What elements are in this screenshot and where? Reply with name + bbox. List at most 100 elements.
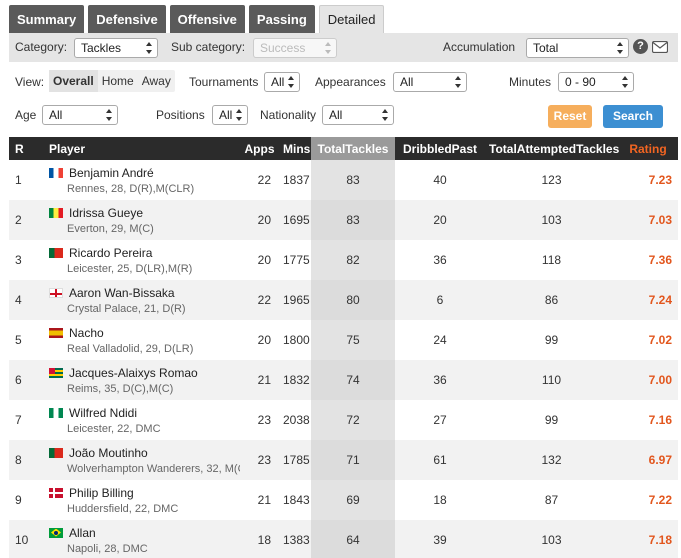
age-select[interactable]: All bbox=[42, 105, 118, 125]
player-name-link[interactable]: Allan bbox=[69, 526, 96, 540]
rank-cell: 4 bbox=[15, 293, 22, 307]
apps-cell: 18 bbox=[257, 533, 271, 547]
minutes-select[interactable]: 0 - 90 bbox=[558, 72, 634, 92]
table-body: 1 Benjamin André Rennes, 28, D(R),M(CLR) 22… bbox=[9, 160, 678, 558]
view-overall[interactable]: Overall bbox=[49, 70, 98, 92]
positions-select[interactable]: All bbox=[212, 105, 248, 125]
apps-cell: 20 bbox=[257, 333, 271, 347]
tab-defensive[interactable]: Defensive bbox=[88, 5, 166, 33]
tab-summary[interactable]: Summary bbox=[9, 5, 85, 33]
dribbled-past-cell: 18 bbox=[433, 493, 447, 507]
select-arrows-icon bbox=[622, 76, 629, 88]
header-apps[interactable]: Apps bbox=[240, 137, 279, 160]
player-team-info: Wolverhampton Wanderers, 32, M(C) bbox=[67, 462, 240, 475]
table-row[interactable]: 6 Jacques-Alaixys Romao Reims, 35, D(C),M(… bbox=[9, 360, 678, 400]
accumulation-select[interactable]: Total bbox=[526, 38, 629, 58]
player-cell: Philip Billing Huddersfield, 22, DMC bbox=[45, 480, 240, 520]
subcategory-select[interactable]: Success bbox=[253, 38, 337, 58]
apps-cell: 20 bbox=[257, 213, 271, 227]
rank-cell: 1 bbox=[15, 173, 22, 187]
player-cell: Ricardo Pereira Leicester, 25, D(LR),M(R) bbox=[45, 240, 240, 280]
mins-cell: 2038 bbox=[283, 413, 310, 427]
select-arrows-icon bbox=[146, 42, 153, 54]
tournaments-value: All bbox=[271, 75, 285, 89]
player-name-link[interactable]: Jacques-Alaixys Romao bbox=[69, 366, 198, 380]
reset-button[interactable]: Reset bbox=[548, 105, 592, 128]
table-header-row: R Player Apps Mins TotalTackles Dribbled… bbox=[9, 137, 678, 160]
mail-icon[interactable] bbox=[652, 41, 668, 53]
table-row[interactable]: 2 Idrissa Gueye Everton, 29, M(C) 20 1695 83 2… bbox=[9, 200, 678, 240]
mins-cell: 1775 bbox=[283, 253, 310, 267]
table-row[interactable]: 9 Philip Billing Huddersfield, 22, DMC 21 18… bbox=[9, 480, 678, 520]
nationality-value: All bbox=[329, 108, 343, 122]
view-away[interactable]: Away bbox=[138, 70, 175, 92]
header-dribbled-past[interactable]: DribbledPast bbox=[395, 137, 485, 160]
dribbled-past-cell: 20 bbox=[433, 213, 447, 227]
apps-cell: 22 bbox=[257, 173, 271, 187]
rank-cell: 10 bbox=[15, 533, 29, 547]
table-row[interactable]: 10 Allan Napoli, 28, DMC 18 1383 64 39 103 7.18 bbox=[9, 520, 678, 558]
table-row[interactable]: 3 Ricardo Pereira Leicester, 25, D(LR),M(R… bbox=[9, 240, 678, 280]
rating-cell: 7.16 bbox=[648, 413, 672, 427]
apps-cell: 22 bbox=[257, 293, 271, 307]
rank-cell: 3 bbox=[15, 253, 22, 267]
country-flag-icon bbox=[49, 447, 63, 458]
apps-cell: 23 bbox=[257, 413, 271, 427]
view-toggle: Overall Home Away bbox=[49, 70, 175, 92]
help-icon[interactable]: ? bbox=[633, 39, 648, 54]
player-name-link[interactable]: Benjamin André bbox=[69, 166, 154, 180]
player-name-link[interactable]: Wilfred Ndidi bbox=[69, 406, 137, 420]
select-arrows-icon bbox=[382, 109, 389, 121]
category-label: Category: bbox=[15, 40, 68, 54]
table-row[interactable]: 7 Wilfred Ndidi Leicester, 22, DMC 23 2038 72… bbox=[9, 400, 678, 440]
view-home[interactable]: Home bbox=[98, 70, 138, 92]
tab-passing[interactable]: Passing bbox=[248, 5, 315, 33]
nationality-select[interactable]: All bbox=[322, 105, 394, 125]
tournaments-label: Tournaments bbox=[189, 75, 259, 89]
country-flag-icon bbox=[49, 207, 63, 218]
header-rating[interactable]: Rating bbox=[618, 137, 678, 160]
player-name-link[interactable]: Philip Billing bbox=[69, 486, 134, 500]
select-arrows-icon bbox=[236, 109, 243, 121]
nationality-label: Nationality bbox=[260, 108, 317, 122]
table-row[interactable]: 4 Aaron Wan-Bissaka Crystal Palace, 21, D(… bbox=[9, 280, 678, 320]
positions-value: All bbox=[219, 108, 233, 122]
header-player[interactable]: Player bbox=[45, 137, 240, 160]
tournaments-select[interactable]: All bbox=[264, 72, 300, 92]
total-attempted-tackles-cell: 103 bbox=[541, 213, 562, 227]
player-cell: Allan Napoli, 28, DMC bbox=[45, 520, 240, 558]
mins-cell: 1695 bbox=[283, 213, 310, 227]
dribbled-past-cell: 27 bbox=[433, 413, 447, 427]
player-name-link[interactable]: Nacho bbox=[69, 326, 104, 340]
category-select[interactable]: Tackles bbox=[74, 38, 158, 58]
total-attempted-tackles-cell: 87 bbox=[544, 493, 559, 507]
table-row[interactable]: 8 João Moutinho Wolverhampton Wanderers, 3… bbox=[9, 440, 678, 480]
player-name-link[interactable]: Aaron Wan-Bissaka bbox=[69, 286, 175, 300]
country-flag-icon bbox=[49, 367, 63, 378]
header-total-attempted-tackles[interactable]: TotalAttemptedTackles bbox=[485, 137, 619, 160]
dribbled-past-cell: 36 bbox=[433, 373, 447, 387]
stat-tabs: Summary Defensive Offensive Passing Deta… bbox=[9, 5, 388, 33]
search-button[interactable]: Search bbox=[603, 105, 663, 128]
player-name-link[interactable]: Idrissa Gueye bbox=[69, 206, 143, 220]
player-name-link[interactable]: Ricardo Pereira bbox=[69, 246, 152, 260]
player-stats-table: R Player Apps Mins TotalTackles Dribbled… bbox=[9, 137, 678, 558]
player-cell: Wilfred Ndidi Leicester, 22, DMC bbox=[45, 400, 240, 440]
table-row[interactable]: 1 Benjamin André Rennes, 28, D(R),M(CLR) 22… bbox=[9, 160, 678, 200]
age-value: All bbox=[49, 108, 63, 122]
header-rank[interactable]: R bbox=[9, 137, 45, 160]
accumulation-label: Accumulation bbox=[443, 40, 516, 54]
table-row[interactable]: 5 Nacho Real Valladolid, 29, D(LR) 20 1800 75… bbox=[9, 320, 678, 360]
header-mins[interactable]: Mins bbox=[279, 137, 311, 160]
rating-cell: 7.00 bbox=[648, 373, 672, 387]
rank-cell: 8 bbox=[15, 453, 22, 467]
tab-offensive[interactable]: Offensive bbox=[169, 5, 245, 33]
appearances-select[interactable]: All bbox=[393, 72, 467, 92]
player-name-link[interactable]: João Moutinho bbox=[69, 446, 148, 460]
tab-detailed[interactable]: Detailed bbox=[318, 5, 385, 33]
mins-cell: 1965 bbox=[283, 293, 310, 307]
player-cell: Idrissa Gueye Everton, 29, M(C) bbox=[45, 200, 240, 240]
header-total-tackles[interactable]: TotalTackles bbox=[311, 137, 395, 160]
dribbled-past-cell: 24 bbox=[433, 333, 447, 347]
select-arrows-icon bbox=[617, 42, 624, 54]
